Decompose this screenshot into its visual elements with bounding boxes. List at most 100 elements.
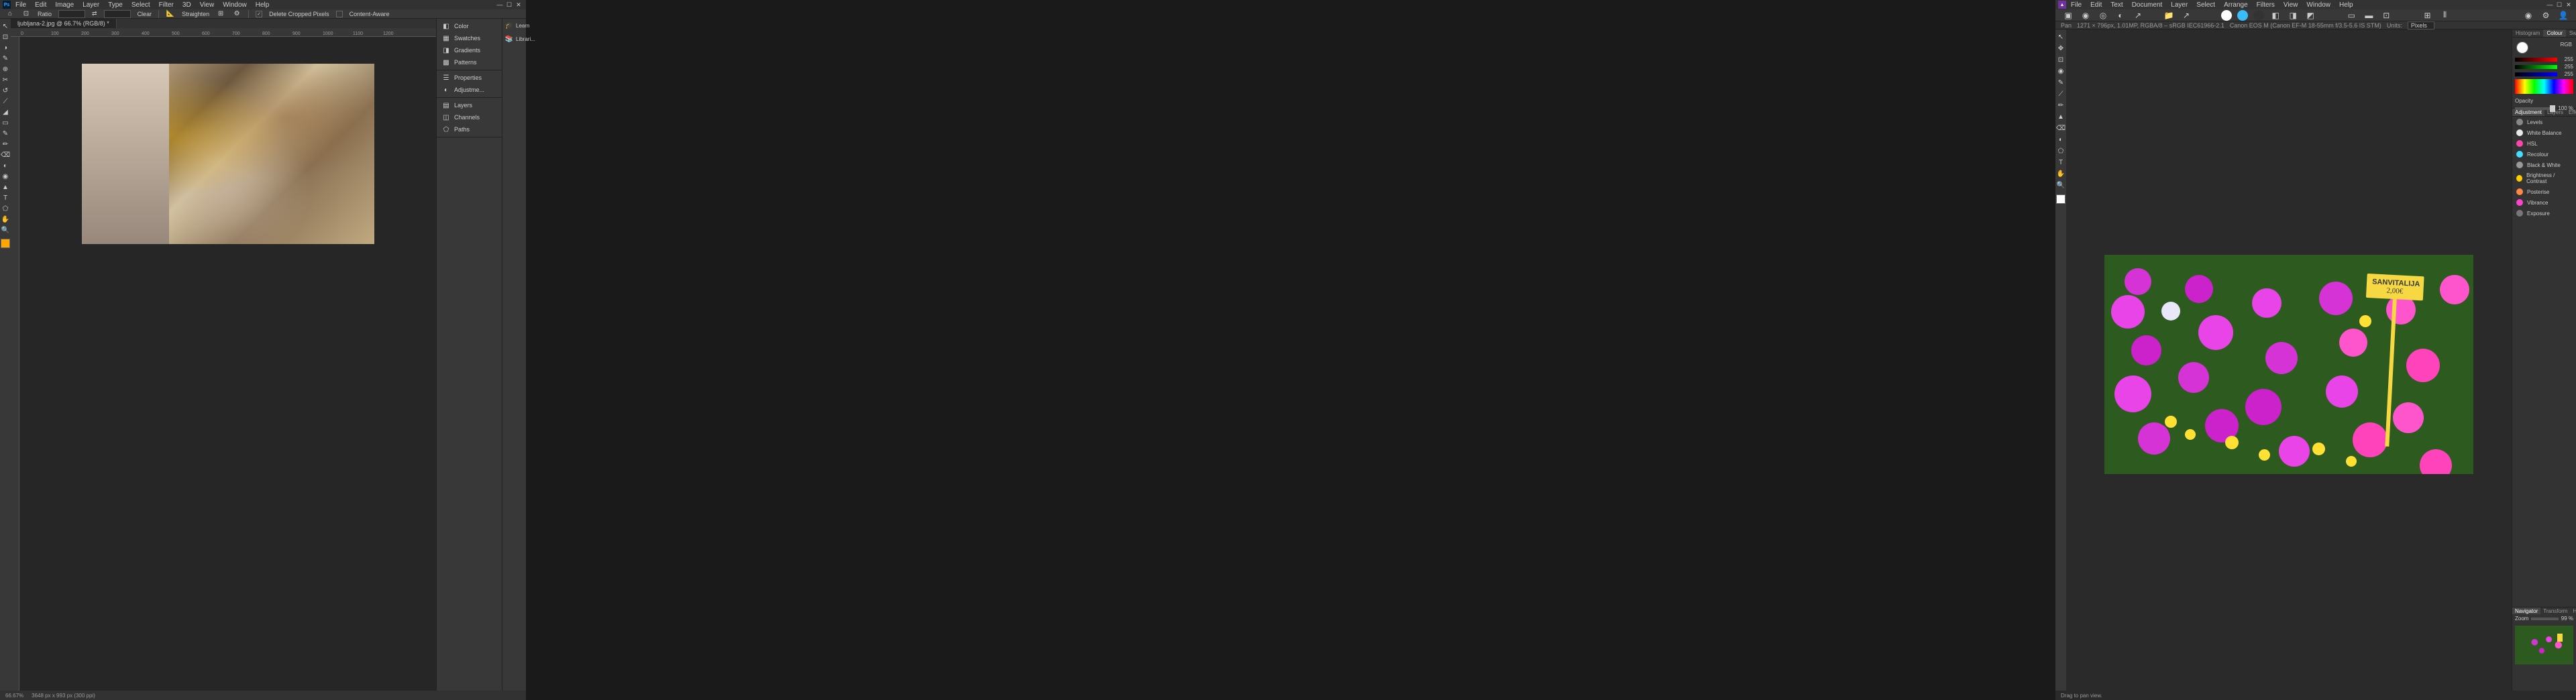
menu-3d[interactable]: 3D [178, 1, 195, 9]
selection-tool-r-icon[interactable]: ◉ [2056, 66, 2065, 76]
menu-help[interactable]: Help [252, 1, 274, 9]
menu-layer[interactable]: Layer [78, 1, 103, 9]
adjustment-exposure[interactable]: Exposure [2512, 208, 2576, 219]
panel-learn[interactable]: 🎓Learn [502, 19, 526, 32]
panel-paths[interactable]: ⬠Paths [437, 123, 502, 135]
persona-export-icon[interactable]: ↗ [2132, 9, 2144, 21]
zoom-tool-r-icon[interactable]: 🔍 [2056, 180, 2065, 190]
menu-image[interactable]: Image [51, 1, 78, 9]
marquee-tool-icon[interactable]: ⊡ [1, 32, 10, 42]
persona-liquify-icon[interactable]: ◉ [2080, 9, 2092, 21]
crop-tool-icon[interactable]: ⊕ [1, 64, 10, 74]
brush-tool-icon[interactable]: ◢ [1, 107, 10, 117]
dark-swatch-icon[interactable] [2253, 10, 2264, 21]
move-tool-icon[interactable]: ↖ [1, 21, 10, 31]
menu-arrange-r[interactable]: Arrange [2220, 1, 2252, 9]
adjustment-recolour[interactable]: Recolour [2512, 149, 2576, 160]
menu-window[interactable]: Window [219, 1, 251, 9]
lasso-tool-icon[interactable]: ◑ [1, 43, 10, 52]
selection-mode-icon[interactable]: ▭ [2345, 9, 2357, 21]
cyan-swatch-icon[interactable] [2237, 10, 2248, 21]
settings-icon[interactable]: ⚙ [232, 9, 241, 19]
panel-color[interactable]: ◧Color [437, 20, 502, 32]
clone-tool-r-icon[interactable]: ◐ [2056, 135, 2065, 144]
move-tool-r-icon[interactable]: ↖ [2056, 32, 2065, 42]
menu-document-r[interactable]: Document [2128, 1, 2167, 9]
foreground-color-chip[interactable] [1, 239, 10, 248]
menu-view-r[interactable]: View [2279, 1, 2302, 9]
menu-layer-r[interactable]: Layer [2167, 1, 2192, 9]
align-icon[interactable]: ⫴ [2438, 9, 2451, 21]
maximize-icon[interactable]: ☐ [2555, 1, 2564, 8]
menu-window-r[interactable]: Window [2302, 1, 2334, 9]
menu-file-r[interactable]: File [2067, 1, 2086, 9]
eraser-tool-r-icon[interactable]: ⌫ [2056, 123, 2065, 133]
account-icon[interactable]: 👤 [2557, 9, 2569, 21]
panel-libraries[interactable]: 📚Librari... [502, 32, 526, 46]
quickmask-icon[interactable]: ▬ [2363, 9, 2375, 21]
tab-transform[interactable]: Transform [2540, 607, 2570, 614]
canvas-viewport[interactable] [19, 37, 436, 691]
document-tab[interactable]: ljubljana-2.jpg @ 66.7% (RGB/8) * [11, 19, 117, 28]
panel-gradients[interactable]: ◨Gradients [437, 44, 502, 56]
adjustment-black-white[interactable]: Black & White [2512, 160, 2576, 170]
tab-swatches-r[interactable]: Swatches [2566, 30, 2576, 37]
tab-navigator[interactable]: Navigator [2512, 607, 2540, 614]
zoom-slider[interactable] [2531, 618, 2558, 620]
menu-text-r[interactable]: Text [2106, 1, 2127, 9]
persona-photo-icon[interactable]: ▣ [2062, 9, 2074, 21]
zoom-tool-icon[interactable]: 🔍 [1, 225, 10, 235]
preferences-icon[interactable]: ⚙ [2540, 9, 2552, 21]
hand-tool-r-icon[interactable]: ✋ [2056, 169, 2065, 178]
menu-view[interactable]: View [196, 1, 219, 9]
close-icon[interactable]: ✕ [2564, 1, 2573, 8]
panel-layers[interactable]: ▤Layers [437, 99, 502, 111]
maximize-icon[interactable]: ☐ [504, 1, 514, 8]
hand-tool-icon[interactable]: ✋ [1, 215, 10, 224]
primary-color-well[interactable] [2516, 42, 2528, 54]
node-tool-r-icon[interactable]: ⬠ [2056, 146, 2065, 156]
crop-tool-r-icon[interactable]: ⊡ [2056, 55, 2065, 64]
adjustment-levels[interactable]: Levels [2512, 117, 2576, 127]
adjustment-brightness-contrast[interactable]: Brightness / Contrast [2512, 170, 2576, 186]
menu-filter[interactable]: Filter [155, 1, 178, 9]
share-icon[interactable]: ↗ [2180, 9, 2192, 21]
opacity-slider[interactable] [2515, 107, 2555, 110]
snap-icon[interactable]: ⊞ [2421, 9, 2433, 21]
hue-strip[interactable] [2515, 79, 2573, 94]
auto-contrast-icon[interactable]: ◨ [2287, 9, 2299, 21]
view-tool-r-icon[interactable]: ✥ [2056, 44, 2065, 53]
panel-properties[interactable]: ☰Properties [437, 72, 502, 84]
ratio-width-field[interactable] [58, 10, 85, 18]
tab-effects[interactable]: Effects [2566, 109, 2576, 116]
open-icon[interactable]: 📁 [2163, 9, 2175, 21]
foreground-color-chip-r[interactable] [2056, 194, 2065, 204]
menu-help-r[interactable]: Help [2335, 1, 2357, 9]
zoom-value[interactable]: 99 % [2561, 616, 2573, 622]
crop-tool-indicator-icon[interactable]: ⊡ [21, 9, 31, 19]
eyedropper-tool-icon[interactable]: ↺ [1, 86, 10, 95]
b-value[interactable]: 255 [2560, 71, 2573, 77]
content-aware-checkbox[interactable] [336, 11, 343, 17]
persona-develop-icon[interactable]: ◎ [2097, 9, 2109, 21]
minimize-icon[interactable]: — [2545, 1, 2555, 8]
healing-tool-icon[interactable]: ⟋ [1, 97, 10, 106]
tab-histogram[interactable]: Histogram [2512, 30, 2543, 37]
menu-edit[interactable]: Edit [31, 1, 50, 9]
r-slider[interactable] [2515, 58, 2557, 62]
panel-adjustments[interactable]: ◐Adjustme... [437, 84, 502, 96]
text-tool-r-icon[interactable]: T [2056, 158, 2065, 167]
r-value[interactable]: 255 [2560, 56, 2573, 62]
tab-colour[interactable]: Colour [2543, 30, 2566, 37]
units-dropdown[interactable]: Pixels [2408, 21, 2434, 30]
g-value[interactable]: 255 [2560, 64, 2573, 70]
straighten-icon[interactable]: 📐 [166, 9, 175, 19]
menu-select-r[interactable]: Select [2192, 1, 2219, 9]
blur-tool-icon[interactable]: ◐ [1, 161, 10, 170]
b-slider[interactable] [2515, 72, 2557, 76]
panel-patterns[interactable]: ▩Patterns [437, 56, 502, 68]
clear-button[interactable]: Clear [138, 11, 152, 17]
menu-filters-r[interactable]: Filters [2253, 1, 2279, 9]
refine-icon[interactable]: ⊡ [2380, 9, 2392, 21]
auto-colors-icon[interactable]: ◩ [2304, 9, 2316, 21]
